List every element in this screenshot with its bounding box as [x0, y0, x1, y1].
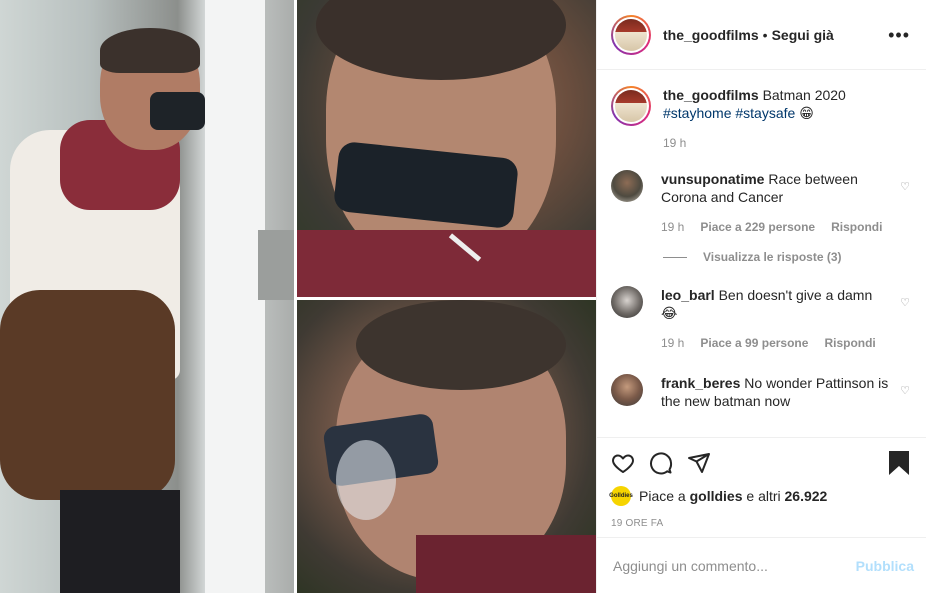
caption-username[interactable]: the_goodfilms [663, 87, 759, 103]
comment: frank_beres No wonder Pattinson is the n… [611, 374, 910, 410]
view-replies-button[interactable]: Visualizza le risposte (3) [663, 250, 910, 264]
photo-panel-bottom-right [296, 300, 596, 593]
comments-list: the_goodfilms Batman 2020 #stayhome #sta… [597, 70, 926, 437]
publish-button[interactable]: Pubblica [856, 558, 914, 574]
instagram-post: the_goodfilms • Segui già ••• the_goodfi… [0, 0, 926, 593]
comment-likes[interactable]: Piace a 229 persone [700, 218, 815, 236]
caption-text: Batman 2020 [762, 87, 846, 103]
commenter-avatar[interactable] [611, 374, 643, 406]
commenter-avatar[interactable] [611, 170, 643, 202]
caption-emoji: 😁 [799, 105, 814, 121]
caption: the_goodfilms Batman 2020 #stayhome #sta… [611, 86, 910, 152]
comment-username[interactable]: vunsuponatime [661, 171, 764, 187]
replies-line [663, 256, 687, 258]
comment-likes[interactable]: Piace a 99 persone [700, 334, 808, 352]
separator-dot: • [762, 26, 768, 43]
heart-icon[interactable] [611, 451, 635, 475]
caption-avatar[interactable] [611, 86, 651, 126]
comment-time[interactable]: 19 h [661, 334, 684, 352]
follow-status-button[interactable]: Segui già [772, 27, 834, 43]
likes-count[interactable]: 26.922 [785, 488, 828, 504]
account-name[interactable]: the_goodfilms [663, 27, 759, 43]
view-replies-label: Visualizza le risposte (3) [703, 250, 842, 264]
photo-panel-top-right [296, 0, 596, 298]
liker-avatar[interactable]: Golldies [609, 486, 633, 506]
comment-input[interactable] [613, 557, 856, 574]
comment-like-icon[interactable]: ♡ [900, 296, 910, 309]
post-time[interactable]: 19 ORE FA [611, 518, 910, 529]
photo-panel-left [0, 0, 296, 593]
reply-button[interactable]: Rispondi [831, 218, 882, 236]
actions-bar: Golldies Piace a golldies e altri 26.922… [597, 437, 926, 537]
bookmark-icon[interactable] [888, 450, 910, 476]
account-avatar[interactable] [611, 14, 651, 55]
comment-like-icon[interactable]: ♡ [900, 180, 910, 193]
post-photo[interactable] [0, 0, 596, 593]
commenter-avatar[interactable] [611, 286, 643, 318]
comment-icon[interactable] [649, 451, 673, 475]
caption-time[interactable]: 19 h [663, 134, 686, 152]
comment: vunsuponatime Race between Corona and Ca… [611, 170, 910, 236]
photo-divider-horizontal [296, 297, 596, 300]
post-sidebar: the_goodfilms • Segui già ••• the_goodfi… [596, 0, 926, 593]
comment-like-icon[interactable]: ♡ [900, 384, 910, 397]
comment-username[interactable]: frank_beres [661, 375, 740, 391]
reply-button[interactable]: Rispondi [824, 334, 875, 352]
comment-time[interactable]: 19 h [661, 218, 684, 236]
avatar-image [615, 18, 647, 51]
hashtag-stayhome[interactable]: #stayhome [663, 105, 731, 121]
hashtag-staysafe[interactable]: #staysafe [735, 105, 795, 121]
comment-username[interactable]: leo_barl [661, 287, 715, 303]
liker-username[interactable]: golldies [690, 488, 743, 504]
likes-summary[interactable]: Golldies Piace a golldies e altri 26.922 [609, 486, 910, 506]
post-header: the_goodfilms • Segui già ••• [597, 0, 926, 70]
add-comment-bar: Pubblica [597, 537, 926, 593]
share-icon[interactable] [687, 451, 711, 475]
comment: leo_barl Ben doesn't give a damn 😂 19 h … [611, 286, 910, 352]
more-icon[interactable]: ••• [888, 26, 910, 44]
